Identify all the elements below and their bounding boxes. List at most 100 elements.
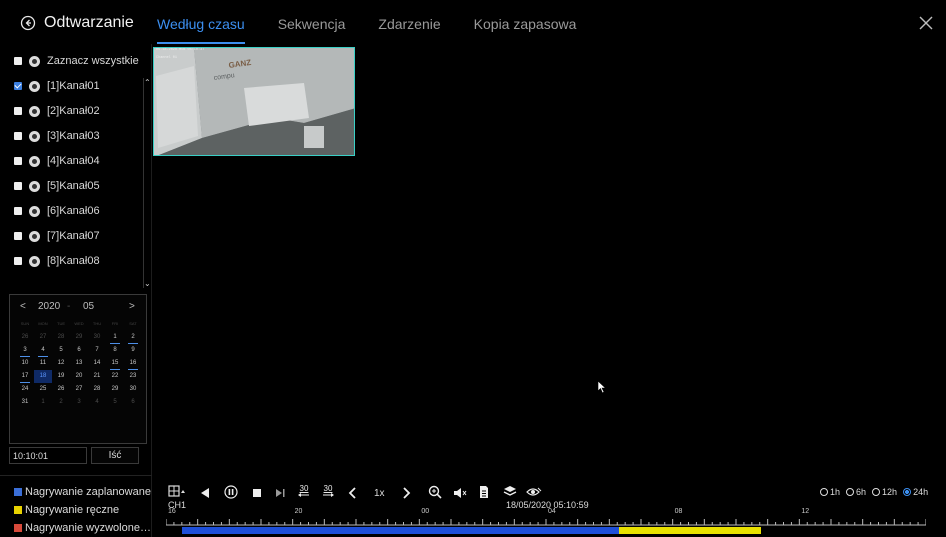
checkbox-icon[interactable] [14,57,22,65]
calendar-day[interactable]: 20 [70,370,88,383]
radio-selected-icon[interactable] [903,488,912,496]
timeline-segment-scheduled[interactable] [181,527,619,534]
zoom-button[interactable] [428,485,442,499]
stop-button[interactable] [251,486,263,500]
calendar-day[interactable]: 2 [124,331,142,344]
next-month-button[interactable]: > [129,301,135,312]
radio-icon[interactable] [846,488,855,496]
timeline-scrubber[interactable]: 20 00 04 08 12 16 [166,508,926,537]
calendar-day[interactable]: 17 [16,370,34,383]
checkbox-icon[interactable] [14,207,22,215]
calendar-day[interactable]: 25 [34,383,52,396]
chevron-down-icon[interactable]: ⌄ [144,279,151,288]
prev-month-button[interactable]: < [20,301,26,312]
reverse-play-button[interactable] [199,486,211,500]
calendar-day[interactable]: 23 [124,370,142,383]
checkbox-icon[interactable] [14,257,22,265]
slow-down-button[interactable] [348,486,358,500]
checkbox-icon[interactable] [14,182,22,190]
calendar-day[interactable]: 26 [16,331,34,344]
calendar-day[interactable]: 13 [70,357,88,370]
calendar-year[interactable]: 2020 [38,301,60,312]
checkbox-checked-icon[interactable] [14,524,22,532]
radio-icon[interactable] [820,488,828,496]
calendar-day[interactable]: 2 [52,396,70,409]
checkbox-icon[interactable] [14,157,22,165]
chevron-up-icon[interactable]: ⌃ [144,78,151,87]
range-option-12h[interactable]: 12h [872,487,897,497]
channel-item[interactable]: [6]Kanał06 [14,202,100,220]
radio-icon[interactable] [872,488,881,496]
forward-30-button[interactable]: 30 [322,483,334,497]
calendar-day[interactable]: 24 [16,383,34,396]
calendar-day[interactable]: 26 [52,383,70,396]
clip-button[interactable] [478,485,490,499]
layout-menu-button[interactable] [168,484,186,498]
calendar-day[interactable]: 1 [34,396,52,409]
next-frame-button[interactable] [274,486,286,500]
calendar-day[interactable]: 28 [52,331,70,344]
back-arrow-icon[interactable] [20,15,36,31]
calendar-day[interactable]: 5 [52,344,70,357]
calendar-day[interactable]: 6 [124,396,142,409]
tab-event[interactable]: Zdarzenie [378,16,440,38]
calendar-day[interactable]: 6 [70,344,88,357]
range-option-6h[interactable]: 6h [846,487,866,497]
calendar-day[interactable]: 1 [106,331,124,344]
calendar-day[interactable]: 29 [106,383,124,396]
checkbox-checked-icon[interactable] [14,82,22,90]
calendar-day[interactable]: 21 [88,370,106,383]
mute-button[interactable] [453,486,467,500]
channel-item[interactable]: [1]Kanał01 [14,77,100,95]
tab-by-time[interactable]: Według czasu [157,16,245,44]
channel-scrollbar[interactable]: ⌃ ⌄ [143,78,151,288]
calendar-day[interactable]: 29 [70,331,88,344]
calendar-day[interactable]: 15 [106,357,124,370]
calendar-day[interactable]: 30 [88,331,106,344]
calendar-day[interactable]: 30 [124,383,142,396]
channel-item[interactable]: [7]Kanał07 [14,227,100,245]
hide-button[interactable] [526,485,542,499]
calendar-month[interactable]: 05 [83,301,94,312]
calendar-day[interactable]: 27 [70,383,88,396]
calendar-day[interactable]: 3 [70,396,88,409]
speed-up-button[interactable] [401,486,411,500]
app-title[interactable]: Odtwarzanie [20,14,134,32]
checkbox-icon[interactable] [14,107,22,115]
timeline-segment-manual[interactable] [618,527,762,534]
calendar-day[interactable]: 9 [124,344,142,357]
calendar-day[interactable]: 3 [16,344,34,357]
video-playback-window[interactable]: GANZ compu 05-18-2020 MON 05:10:37 Chann… [153,47,355,156]
time-input[interactable] [9,447,87,464]
range-option-1h[interactable]: 1h [820,487,840,497]
go-button[interactable]: Iść [91,447,139,464]
pause-button[interactable] [224,485,238,499]
channel-item[interactable]: [5]Kanał05 [14,177,100,195]
calendar-day[interactable]: 11 [34,357,52,370]
calendar-day[interactable]: 4 [88,396,106,409]
tab-sequence[interactable]: Sekwencja [278,16,346,38]
backup-button[interactable] [503,485,517,499]
calendar-day[interactable]: 18 [34,370,52,383]
calendar-day[interactable]: 10 [16,357,34,370]
channel-item[interactable]: [8]Kanał08 [14,252,100,270]
calendar-day[interactable]: 8 [106,344,124,357]
calendar-day[interactable]: 22 [106,370,124,383]
checkbox-icon[interactable] [14,132,22,140]
select-all-checkbox[interactable]: Zaznacz wszystkie [14,52,139,70]
channel-item[interactable]: [2]Kanał02 [14,102,100,120]
range-option-24h[interactable]: 24h [903,487,928,497]
calendar-day[interactable]: 14 [88,357,106,370]
calendar-day[interactable]: 5 [106,396,124,409]
calendar-day[interactable]: 4 [34,344,52,357]
channel-item[interactable]: [3]Kanał03 [14,127,100,145]
calendar-day[interactable]: 31 [16,396,34,409]
channel-item[interactable]: [4]Kanał04 [14,152,100,170]
checkbox-icon[interactable] [14,232,22,240]
calendar-day[interactable]: 28 [88,383,106,396]
calendar-day[interactable]: 12 [52,357,70,370]
checkbox-checked-icon[interactable] [14,488,22,496]
tab-backup[interactable]: Kopia zapasowa [474,16,577,38]
calendar-day[interactable]: 7 [88,344,106,357]
calendar-day[interactable]: 27 [34,331,52,344]
